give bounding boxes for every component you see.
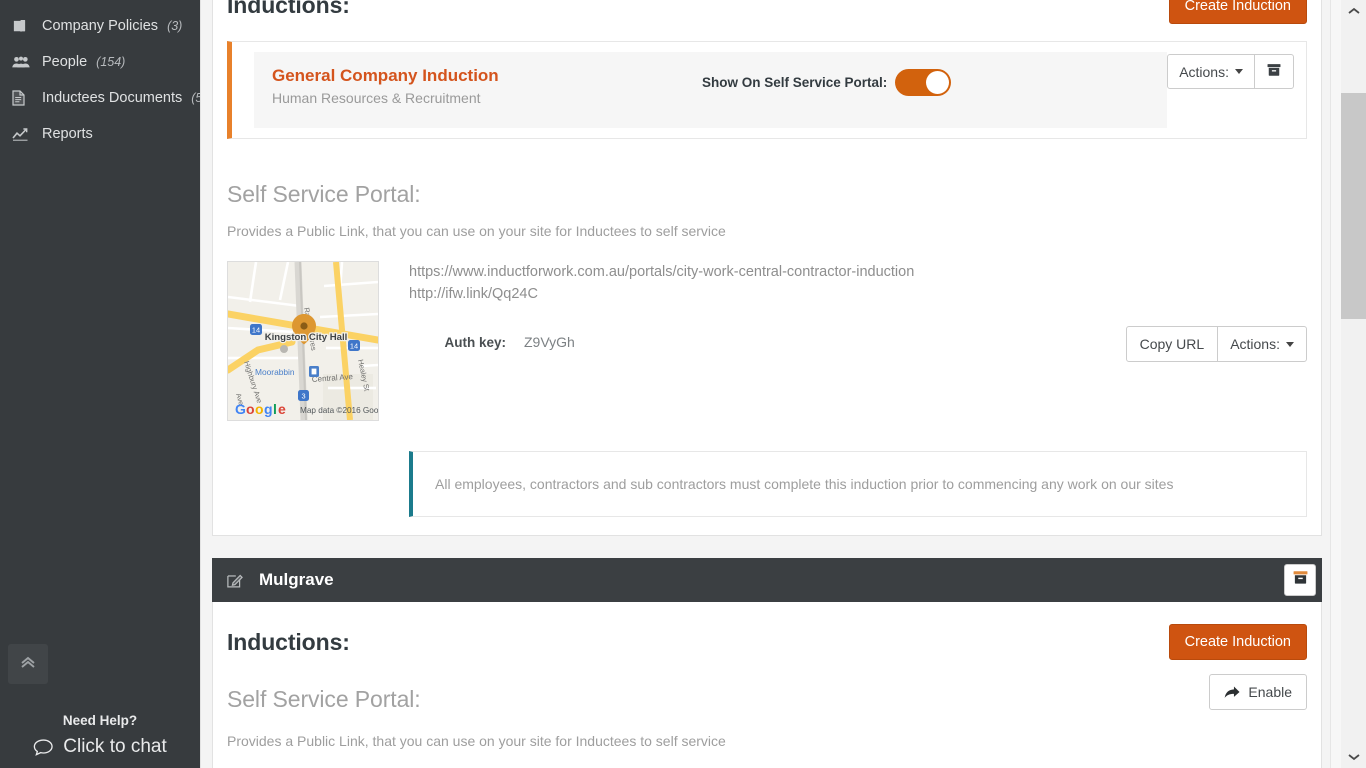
induction-archive-button[interactable] [1254,54,1294,89]
enable-label: Enable [1248,684,1292,700]
main-content: Inductions: Create Induction General Com… [200,0,1366,768]
svg-text:G: G [235,401,246,417]
page-title: Inductions: [227,0,350,19]
inductions-header-one: Inductions: Create Induction [227,0,1307,19]
svg-text:o: o [255,401,264,417]
page-scrollbar[interactable] [1330,0,1366,768]
toggle-label: Show On Self Service Portal: [702,75,887,90]
chevron-down-icon [1348,748,1360,766]
chart-line-icon [12,125,34,143]
map-thumbnail[interactable]: Railway Cres Highbury Ave Healey St Ave … [227,261,379,421]
double-chevron-up-icon [18,652,38,677]
main-inner: Inductions: Create Induction General Com… [200,0,1330,768]
toggle-knob [926,71,949,94]
portal-actions-dropdown[interactable]: Actions: [1217,326,1307,362]
induction-action-group: Actions: [1167,54,1294,89]
induction-row: General Company Induction Human Resource… [227,41,1307,139]
scrollbar-thumb[interactable] [1341,93,1366,319]
click-to-chat-button[interactable]: Click to chat [0,736,200,758]
archive-box-icon [1293,570,1308,590]
scrollbar-down-button[interactable] [1341,748,1366,766]
site-card-two: Mulgrave Inductions: [212,558,1322,768]
svg-text:3: 3 [301,392,305,401]
sidebar-item-inductees-documents[interactable]: Inductees Documents (53) [0,80,200,116]
induction-toggle-group: Show On Self Service Portal: [702,66,1149,96]
actions-label: Actions: [1179,64,1229,80]
google-wordmark: G o o g l e [235,401,286,417]
show-on-portal-toggle[interactable] [895,69,951,96]
self-service-portal-heading: Self Service Portal: [227,181,1307,208]
edit-pencil-icon[interactable] [226,572,243,589]
inductions-header-two: Inductions: Create Induction [227,624,1307,660]
map-attribution: Map data ©2016 Google [300,406,378,415]
induction-note-text: All employees, contractors and sub contr… [435,476,1173,492]
induction-actions: Actions: [1167,52,1294,89]
chat-bubble-icon [33,738,54,757]
self-service-portal-section-two: Self Service Portal: Provides a Public L… [227,686,1307,749]
sidebar-item-count: (154) [96,55,125,69]
svg-text:14: 14 [252,326,260,335]
induction-actions-dropdown[interactable]: Actions: [1167,54,1255,89]
create-induction-button-two[interactable]: Create Induction [1169,624,1307,660]
svg-text:e: e [278,401,286,417]
site-two-ssp-description: Provides a Public Link, that you can use… [227,733,1307,749]
sidebar-item-company-policies[interactable]: Company Policies (3) [0,8,200,44]
click-to-chat-label: Click to chat [63,736,166,758]
portal-url-short[interactable]: http://ifw.link/Qq24C [409,283,1307,305]
sidebar-item-people[interactable]: People (154) [0,44,200,80]
site-two-body: Inductions: Create Induction Self Servic… [212,602,1322,768]
share-arrow-icon [1224,686,1240,699]
induction-info: General Company Induction Human Resource… [272,66,702,106]
scrollbar-up-button[interactable] [1341,2,1366,20]
need-help-title: Need Help? [0,713,200,728]
induction-note-box: All employees, contractors and sub contr… [409,451,1307,517]
create-induction-button[interactable]: Create Induction [1169,0,1307,24]
site-card-one: Inductions: Create Induction General Com… [212,0,1322,536]
svg-text:14: 14 [350,342,358,351]
app-root: Company Policies (3) People (154) [0,0,1366,768]
svg-text:l: l [273,401,277,417]
site-two-archive-button[interactable] [1284,564,1316,596]
induction-category: Human Resources & Recruitment [272,90,702,106]
sidebar-item-label: People [42,54,87,70]
self-service-portal-description: Provides a Public Link, that you can use… [227,223,1307,239]
self-service-portal-section-one: Self Service Portal: Provides a Public L… [227,181,1307,517]
sidebar-item-label: Inductees Documents [42,90,182,106]
enable-portal-button[interactable]: Enable [1209,674,1307,710]
chevron-up-icon [1348,2,1360,20]
portal-actions-label: Actions: [1230,336,1280,352]
induction-name[interactable]: General Company Induction [272,66,702,86]
site-two-header: Mulgrave [212,558,1322,602]
site-two-ssp-heading: Self Service Portal: [227,686,1307,713]
map-label-moorabbin: Moorabbin [255,367,295,377]
portal-buttons: Copy URL Actions: [1126,326,1307,362]
people-icon [12,53,34,71]
sidebar-item-label: Company Policies [42,18,158,34]
chevron-down-icon [1235,69,1243,74]
svg-text:g: g [264,401,273,417]
induction-row-inner: General Company Induction Human Resource… [254,52,1167,128]
sidebar-item-count: (3) [167,19,182,33]
sidebar: Company Policies (3) People (154) [0,0,200,768]
copy-url-button[interactable]: Copy URL [1126,326,1219,362]
document-icon [12,89,34,107]
map-label-kingston-city-hall: Kingston City Hall [265,332,348,343]
sidebar-item-label: Reports [42,126,93,142]
archive-box-icon [1267,63,1281,80]
site-two-title: Mulgrave [259,570,334,590]
book-icon [12,17,34,35]
chevron-down-icon [1286,342,1294,347]
sidebar-item-reports[interactable]: Reports [0,116,200,152]
site-two-inductions-heading: Inductions: [227,629,350,656]
auth-key-value: Z9VyGh [524,334,575,350]
help-block: Need Help? Click to chat [0,713,200,758]
svg-text:o: o [246,401,255,417]
portal-url-primary[interactable]: https://www.inductforwork.com.au/portals… [409,261,1307,283]
map-graphic: Railway Cres Highbury Ave Healey St Ave … [228,262,378,420]
portal-action-group: Copy URL Actions: [1126,326,1307,362]
sidebar-collapse-button[interactable] [8,644,48,684]
auth-key-label: Auth key: [409,335,524,350]
